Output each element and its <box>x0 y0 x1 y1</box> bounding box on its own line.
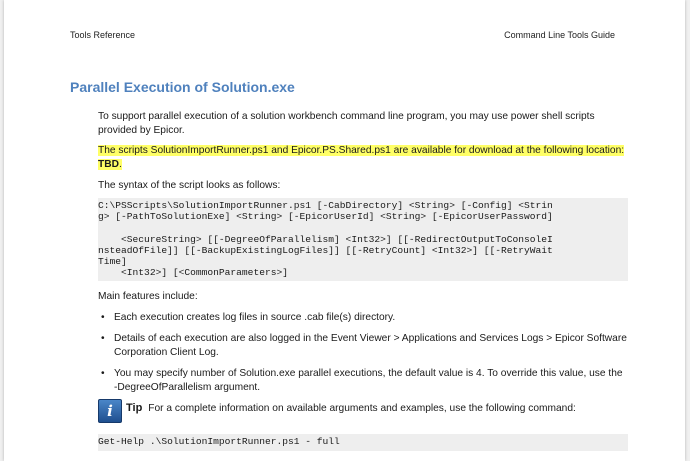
syntax-code-block: C:\PSScripts\SolutionImportRunner.ps1 [-… <box>98 198 628 282</box>
tip-label: Tip <box>126 402 143 415</box>
highlight-end: . <box>118 159 122 170</box>
features-intro: Main features include: <box>98 291 198 303</box>
list-item: • You may specify number of Solution.exe … <box>98 367 628 395</box>
document-page: Tools Reference Command Line Tools Guide… <box>4 0 685 461</box>
bullet: • <box>101 368 105 380</box>
bullet: • <box>101 312 105 324</box>
highlighted-text: The scripts SolutionImportRunner.ps1 and… <box>98 145 625 170</box>
feature-text: Each execution creates log files in sour… <box>114 312 396 324</box>
section-title: Parallel Execution of Solution.exe <box>70 79 295 95</box>
feature-text: Details of each execution are also logge… <box>114 333 627 359</box>
features-list: • Each execution creates log files in sou… <box>98 311 628 395</box>
header-left: Tools Reference <box>70 30 136 40</box>
help-code-block: Get-Help .\SolutionImportRunner.ps1 - fu… <box>98 434 628 451</box>
syntax-intro: The syntax of the script looks as follow… <box>98 180 281 191</box>
download-note: The scripts SolutionImportRunner.ps1 and… <box>98 144 628 172</box>
list-item: • Each execution creates log files in sou… <box>98 311 628 325</box>
content-body: To support parallel execution of a solut… <box>98 110 628 451</box>
tip-text: For a complete information on available … <box>148 403 576 415</box>
highlight-text: The scripts SolutionImportRunner.ps1 and… <box>98 145 625 156</box>
info-icon: i <box>98 399 122 424</box>
tip-box: i Tip For a complete information on avail… <box>98 399 628 432</box>
location-tbd: TBD <box>98 159 119 170</box>
header-right: Command Line Tools Guide <box>504 30 615 40</box>
intro-paragraph: To support parallel execution of a solut… <box>98 111 595 136</box>
list-item: • Details of each execution are also logg… <box>98 332 628 360</box>
feature-text: You may specify number of Solution.exe p… <box>114 368 623 394</box>
bullet: • <box>101 333 105 345</box>
